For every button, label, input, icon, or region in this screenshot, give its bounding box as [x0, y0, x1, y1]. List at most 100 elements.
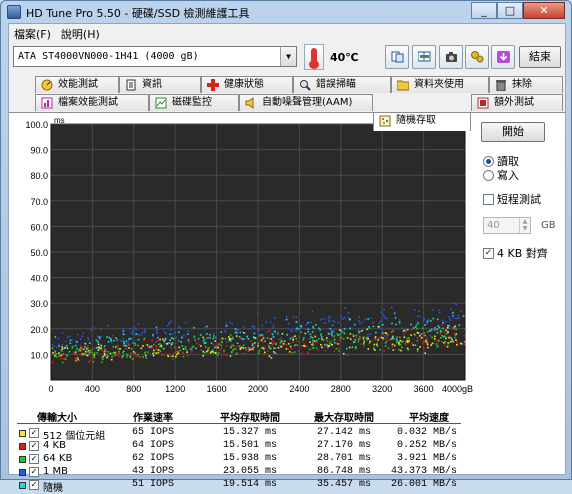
data-point — [449, 319, 452, 322]
data-point — [354, 339, 356, 341]
tab-file-benchmark[interactable]: 檔案效能測試 — [35, 94, 149, 111]
data-point — [460, 310, 462, 312]
minimize-button[interactable]: _ — [471, 2, 497, 19]
title-bar[interactable]: HD Tune Pro 5.50 - 硬碟/SSD 檢測維護工具 _ □ ✕ — [1, 1, 571, 23]
data-point — [311, 331, 314, 333]
data-point — [225, 322, 227, 325]
copy-all-button[interactable] — [412, 45, 436, 69]
data-point — [188, 341, 191, 344]
data-point — [285, 348, 288, 350]
data-point — [335, 342, 338, 344]
data-point — [452, 328, 455, 331]
data-point — [172, 355, 174, 357]
data-point — [398, 319, 401, 321]
data-point — [132, 358, 134, 360]
series-checkbox[interactable]: ✓ — [29, 480, 39, 490]
align-option[interactable]: ✓ 4 KB 對齊 — [483, 246, 548, 260]
data-point — [311, 343, 313, 346]
tab-health[interactable]: 健康狀態 — [201, 76, 293, 93]
data-point — [416, 336, 419, 339]
write-radio[interactable] — [483, 169, 494, 181]
short-stroke-option[interactable]: 短程測試 — [483, 192, 541, 206]
chevron-down-icon[interactable]: ▼ — [280, 47, 296, 66]
data-point — [51, 344, 54, 346]
data-point — [396, 340, 399, 343]
tab-benchmark[interactable]: 效能測試 — [35, 76, 119, 93]
data-point — [212, 343, 215, 346]
data-point — [451, 339, 454, 342]
random-access-panel: 100.0 90.0 80.0 70.0 60.0 50.0 40.0 30.0 20.0 10.… — [9, 112, 565, 494]
screenshot-button[interactable] — [439, 45, 463, 69]
data-point — [269, 321, 272, 323]
save-results-button[interactable] — [491, 45, 515, 69]
data-point — [455, 303, 457, 306]
data-point — [76, 354, 78, 356]
data-point — [161, 354, 163, 357]
data-point — [326, 337, 328, 339]
data-point — [280, 346, 283, 348]
tab-extra-tests[interactable]: 額外測試 — [471, 94, 563, 111]
data-point — [321, 346, 323, 349]
data-point — [392, 349, 395, 351]
tab-label: 健康狀態 — [224, 79, 264, 90]
header-ops-rate: 作業速率 — [133, 413, 173, 424]
short-stroke-checkbox[interactable] — [483, 193, 494, 205]
exit-button[interactable]: 結束 — [519, 46, 561, 68]
data-point — [274, 330, 276, 333]
write-option[interactable]: 寫入 — [483, 168, 519, 182]
tab-error-scan[interactable]: 錯誤掃瞄 — [293, 76, 391, 93]
x-tick-label: 2400 — [289, 384, 309, 394]
data-point — [125, 340, 128, 342]
tab-erase[interactable]: 抹除 — [489, 76, 563, 93]
series-checkbox[interactable]: ✓ — [29, 454, 39, 464]
data-point — [343, 353, 345, 355]
series-checkbox[interactable]: ✓ — [29, 428, 39, 438]
avg-access-cell: 15.501 ms — [222, 440, 277, 451]
options-button[interactable] — [465, 45, 489, 69]
tab-disk-monitor[interactable]: 磁碟監控 — [149, 94, 239, 111]
tab-folder-usage[interactable]: 資料夾使用 — [391, 76, 489, 93]
data-point — [268, 337, 270, 340]
series-checkbox[interactable]: ✓ — [29, 441, 39, 451]
data-point — [202, 355, 204, 357]
copy-info-button[interactable] — [385, 45, 409, 69]
data-point — [104, 350, 106, 353]
data-point — [423, 319, 425, 322]
data-point — [101, 361, 103, 363]
data-point — [452, 302, 455, 304]
data-point — [423, 332, 425, 334]
data-point — [159, 345, 161, 348]
data-point — [182, 355, 185, 358]
drive-select[interactable]: ATA ST4000VN000-1H41 (4000 gB) ▼ — [13, 46, 297, 67]
data-point — [145, 354, 147, 357]
data-point — [225, 344, 228, 347]
data-point — [130, 348, 133, 350]
data-point — [298, 341, 301, 343]
short-stroke-stepper[interactable]: 40 ▲ ▼ — [483, 217, 531, 234]
close-window-button[interactable]: ✕ — [523, 2, 565, 19]
read-option[interactable]: 讀取 — [483, 154, 519, 168]
data-point — [329, 328, 332, 330]
data-point — [197, 338, 200, 340]
data-point — [436, 328, 438, 330]
data-point — [348, 318, 351, 321]
avg-speed-cell: 26.001 MB/s — [391, 479, 458, 490]
data-point — [98, 336, 101, 338]
stepper-arrows-icon[interactable]: ▲ ▼ — [519, 218, 530, 233]
start-button[interactable]: 開始 — [481, 122, 545, 142]
align-checkbox[interactable]: ✓ — [483, 247, 494, 259]
data-point — [57, 337, 59, 340]
tab-random-access[interactable]: 隨機存取 — [373, 112, 471, 131]
data-point — [303, 343, 306, 345]
data-point — [312, 325, 314, 328]
menu-file[interactable]: 檔案(F) — [9, 24, 56, 42]
tab-aam[interactable]: 自動噪聲管理(AAM) — [239, 94, 373, 111]
read-radio[interactable] — [483, 155, 494, 167]
series-checkbox[interactable]: ✓ — [29, 467, 39, 477]
tab-info[interactable]: 資訊 — [119, 76, 201, 93]
data-point — [229, 355, 232, 357]
data-point — [274, 352, 277, 354]
menu-help[interactable]: 說明(H) — [56, 24, 105, 42]
maximize-button[interactable]: □ — [497, 2, 523, 19]
data-point — [225, 354, 227, 356]
